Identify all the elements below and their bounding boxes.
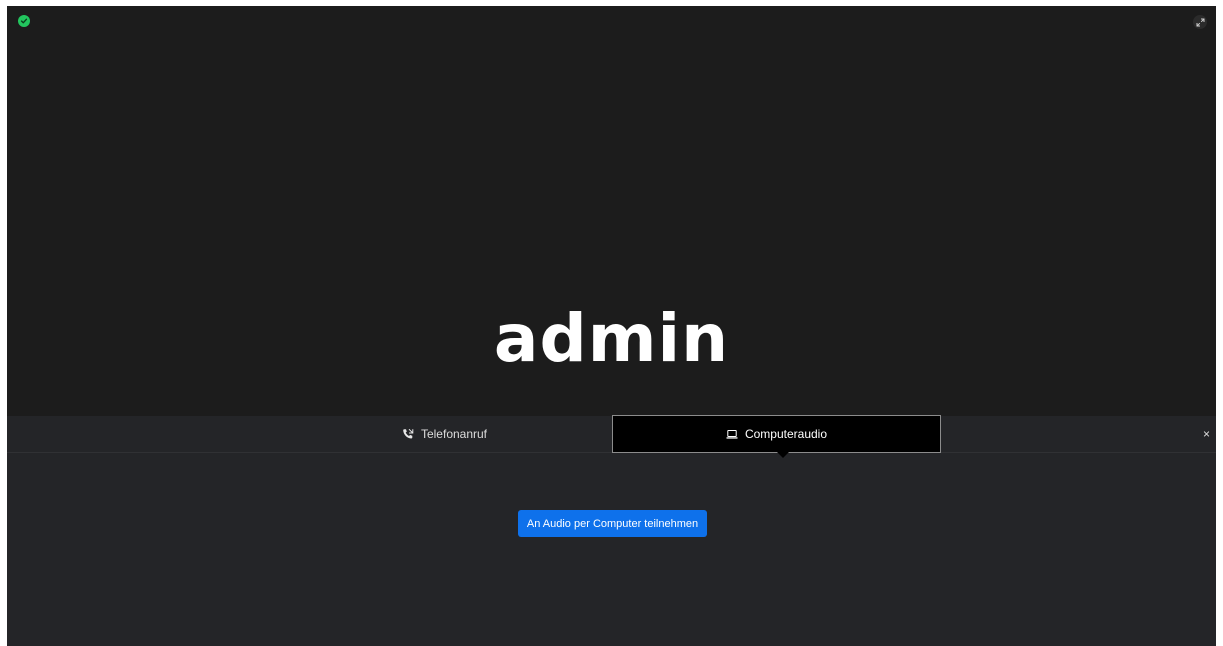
participant-name: admin xyxy=(493,300,730,377)
shield-check-icon[interactable] xyxy=(18,15,30,27)
close-panel-button[interactable]: × xyxy=(1203,427,1210,441)
join-computer-audio-button[interactable]: An Audio per Computer teilnehmen xyxy=(518,510,707,537)
tab-phone-call[interactable]: Telefonanruf xyxy=(277,416,612,452)
tab-computer-audio[interactable]: Computeraudio xyxy=(612,415,941,458)
laptop-icon xyxy=(726,429,738,440)
audio-tab-bar: Telefonanruf Computeraudio × xyxy=(7,415,1216,458)
tab-computer-audio-label: Computeraudio xyxy=(744,427,828,441)
phone-icon xyxy=(402,428,414,440)
tab-phone-call-label: Telefonanruf xyxy=(420,427,488,441)
meeting-window: admin Telefonanruf Computeraudio × An Au… xyxy=(7,6,1216,646)
selected-tab-pointer xyxy=(777,452,789,458)
join-audio-panel: Telefonanruf Computeraudio × An Audio pe… xyxy=(7,415,1216,646)
expand-arrows-icon[interactable] xyxy=(1193,15,1207,29)
